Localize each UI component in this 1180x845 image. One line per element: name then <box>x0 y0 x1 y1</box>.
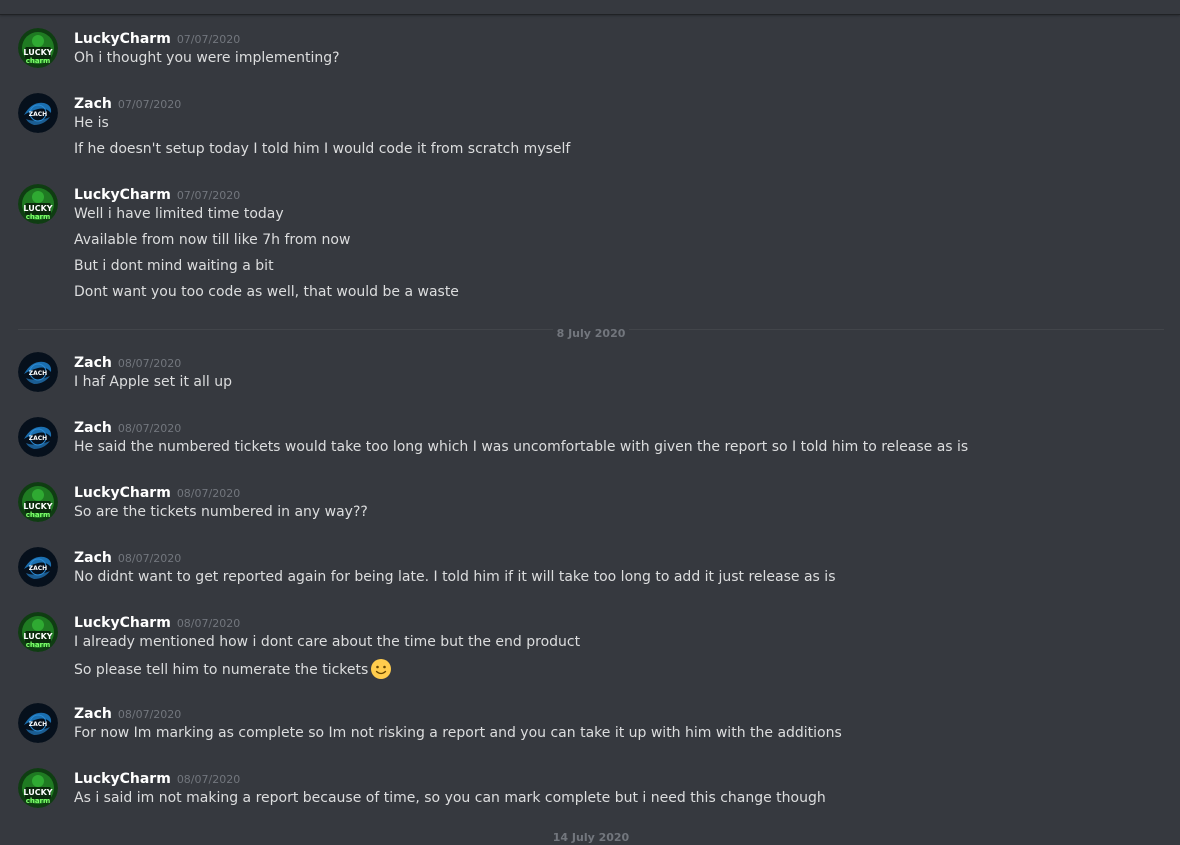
svg-text:charm: charm <box>26 797 51 805</box>
message-text: As i said im not making a report because… <box>74 790 826 806</box>
message-text-with-emoji: So please tell him to numerate the ticke… <box>74 658 392 680</box>
message-text: Available from now till like 7h from now <box>74 232 351 248</box>
message-timestamp: 08/07/2020 <box>117 357 182 370</box>
message-text: So please tell him to numerate the ticke… <box>74 662 369 678</box>
svg-text:LUCKY: LUCKY <box>23 502 52 511</box>
message-author[interactable]: Zach <box>74 355 112 371</box>
zach-avatar-icon[interactable]: ZACH <box>18 703 58 743</box>
channel-header <box>0 0 1180 15</box>
svg-text:charm: charm <box>26 57 51 65</box>
svg-text:LUCKY: LUCKY <box>23 632 52 641</box>
date-divider: 8 July 2020 <box>0 322 1180 341</box>
message-text: If he doesn't setup today I told him I w… <box>74 141 571 157</box>
message-timestamp: 08/07/2020 <box>176 773 241 786</box>
svg-text:ZACH: ZACH <box>29 111 47 118</box>
message-text: Dont want you too code as well, that wou… <box>74 284 459 300</box>
message-text: So are the tickets numbered in any way?? <box>74 504 368 520</box>
message-author[interactable]: LuckyCharm <box>74 615 171 631</box>
message-timestamp: 08/07/2020 <box>176 487 241 500</box>
svg-text:charm: charm <box>26 511 51 519</box>
luckycharm-avatar-icon[interactable]: LUCKY charm <box>18 768 58 808</box>
message-timestamp: 07/07/2020 <box>176 189 241 202</box>
message-text: But i dont mind waiting a bit <box>74 258 274 274</box>
svg-text:LUCKY: LUCKY <box>23 204 52 213</box>
message-author[interactable]: LuckyCharm <box>74 485 171 501</box>
message-text: I haf Apple set it all up <box>74 374 232 390</box>
message-text: For now Im marking as complete so Im not… <box>74 725 842 741</box>
luckycharm-avatar-icon[interactable]: LUCKY charm <box>18 482 58 522</box>
message-author[interactable]: Zach <box>74 706 112 722</box>
message-author[interactable]: Zach <box>74 420 112 436</box>
message-timestamp: 08/07/2020 <box>176 617 241 630</box>
svg-text:ZACH: ZACH <box>29 721 47 728</box>
message-text: I already mentioned how i dont care abou… <box>74 634 581 650</box>
zach-avatar-icon[interactable]: ZACH <box>18 547 58 587</box>
message-timestamp: 07/07/2020 <box>117 98 182 111</box>
message-author[interactable]: LuckyCharm <box>74 31 171 47</box>
date-divider-partial: 14 July 2020 <box>0 826 1180 845</box>
slightly-smiling-face-icon[interactable] <box>370 658 392 680</box>
svg-text:ZACH: ZACH <box>29 370 47 377</box>
message-text: He is <box>74 115 109 131</box>
message-text: Well i have limited time today <box>74 206 284 222</box>
svg-text:ZACH: ZACH <box>29 565 47 572</box>
luckycharm-avatar-icon[interactable]: LUCKY charm <box>18 184 58 224</box>
svg-text:LUCKY: LUCKY <box>23 48 52 57</box>
message-author[interactable]: LuckyCharm <box>74 187 171 203</box>
svg-text:charm: charm <box>26 213 51 221</box>
svg-text:LUCKY: LUCKY <box>23 788 52 797</box>
message-text: No didnt want to get reported again for … <box>74 569 836 585</box>
message-timestamp: 08/07/2020 <box>117 552 182 565</box>
zach-avatar-icon[interactable]: ZACH <box>18 417 58 457</box>
message-timestamp: 08/07/2020 <box>117 422 182 435</box>
message-author[interactable]: Zach <box>74 96 112 112</box>
message-author[interactable]: Zach <box>74 550 112 566</box>
message-author[interactable]: LuckyCharm <box>74 771 171 787</box>
luckycharm-avatar-icon[interactable]: LUCKY charm <box>18 612 58 652</box>
message-text: Oh i thought you were implementing? <box>74 50 340 66</box>
message-timestamp: 07/07/2020 <box>176 33 241 46</box>
message-timestamp: 08/07/2020 <box>117 708 182 721</box>
message-text: He said the numbered tickets would take … <box>74 439 969 455</box>
svg-text:ZACH: ZACH <box>29 435 47 442</box>
luckycharm-avatar-icon[interactable]: LUCKY charm <box>18 28 58 68</box>
date-divider-label: 8 July 2020 <box>552 327 630 340</box>
svg-text:charm: charm <box>26 641 51 649</box>
zach-avatar-icon[interactable]: ZACH <box>18 93 58 133</box>
zach-avatar-icon[interactable]: ZACH <box>18 352 58 392</box>
